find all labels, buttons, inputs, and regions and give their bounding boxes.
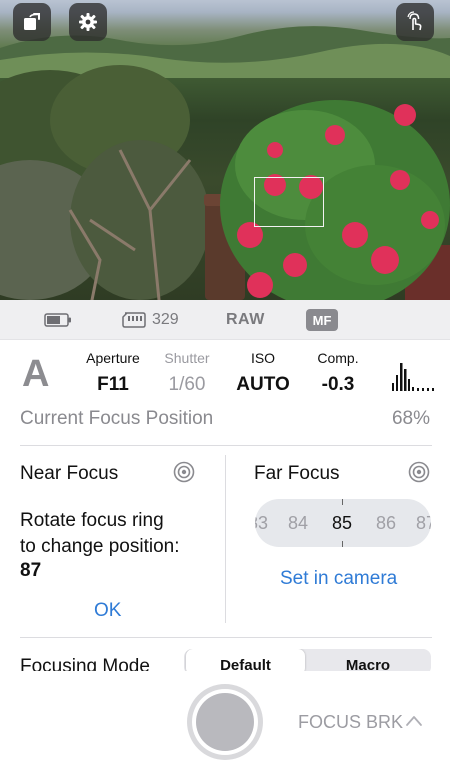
- rotate-frame-icon: [24, 13, 40, 30]
- dial-top-tick: [342, 499, 343, 505]
- shutter-label: Shutter: [164, 350, 210, 366]
- focus-area-frame[interactable]: [254, 177, 324, 227]
- dial-value: 86: [375, 513, 397, 533]
- chevron-up-icon[interactable]: [405, 714, 423, 728]
- memory-card-icon: [122, 312, 146, 328]
- settings-button[interactable]: [69, 3, 107, 41]
- iso-value: AUTO: [236, 374, 290, 395]
- shutter-value: 1/60: [168, 374, 206, 395]
- near-focus-target-icon[interactable]: [173, 461, 195, 483]
- shutter-button[interactable]: [187, 684, 263, 760]
- far-focus-dial[interactable]: 83 84 85 86 87: [255, 499, 431, 547]
- instruction-line-1: Rotate focus ring: [20, 510, 164, 531]
- exposure-comp-setting[interactable]: Comp. -0.3: [308, 350, 368, 396]
- near-focus-title: Near Focus: [20, 463, 119, 484]
- comp-label: Comp.: [317, 350, 359, 366]
- set-in-camera-button[interactable]: Set in camera: [280, 568, 397, 590]
- iso-setting[interactable]: ISO AUTO: [230, 350, 296, 396]
- gear-icon: [79, 13, 97, 31]
- comp-value: -0.3: [321, 374, 355, 395]
- shutter-core: [196, 693, 254, 751]
- touch-gesture-icon: [407, 11, 422, 31]
- aperture-setting[interactable]: Aperture F11: [80, 350, 146, 396]
- focus-mode-badge: MF: [306, 309, 338, 331]
- dial-value: 83: [255, 513, 269, 533]
- near-focus-instruction: Rotate focus ring to change position:: [20, 508, 180, 560]
- battery-icon: [44, 313, 71, 327]
- flower-bush: [220, 100, 450, 300]
- dial-value: 87: [415, 513, 431, 533]
- current-focus-value: 68%: [391, 408, 430, 429]
- aperture-value: F11: [97, 374, 129, 395]
- shutter-setting: Shutter 1/60: [156, 350, 218, 396]
- shots-remaining: 329: [152, 311, 179, 328]
- exposure-mode: A: [22, 353, 50, 395]
- current-focus-label: Current Focus Position: [20, 408, 214, 429]
- live-view[interactable]: [0, 0, 450, 300]
- focus-bracket-button[interactable]: FOCUS BRK: [298, 712, 403, 733]
- aperture-label: Aperture: [86, 350, 140, 366]
- instruction-line-2: to change position:: [20, 536, 180, 557]
- divider: [20, 637, 432, 638]
- histogram-icon[interactable]: [390, 357, 438, 393]
- near-focus-value: 87: [20, 560, 42, 581]
- iso-label: ISO: [250, 350, 276, 366]
- touch-mode-button[interactable]: [396, 3, 434, 41]
- far-focus-title: Far Focus: [254, 463, 340, 484]
- image-format: RAW: [226, 311, 265, 328]
- background-tree: [0, 65, 210, 300]
- dial-value: 84: [287, 513, 309, 533]
- dial-bottom-tick: [342, 541, 343, 547]
- ok-button[interactable]: OK: [94, 600, 121, 622]
- rotate-frame-button[interactable]: [13, 3, 51, 41]
- column-divider: [225, 455, 226, 623]
- divider: [20, 445, 432, 446]
- shutter-ring: [192, 689, 258, 755]
- far-focus-target-icon[interactable]: [408, 461, 430, 483]
- camera-status-bar: 329 RAW MF: [0, 300, 450, 340]
- dial-value-selected: 85: [331, 513, 353, 533]
